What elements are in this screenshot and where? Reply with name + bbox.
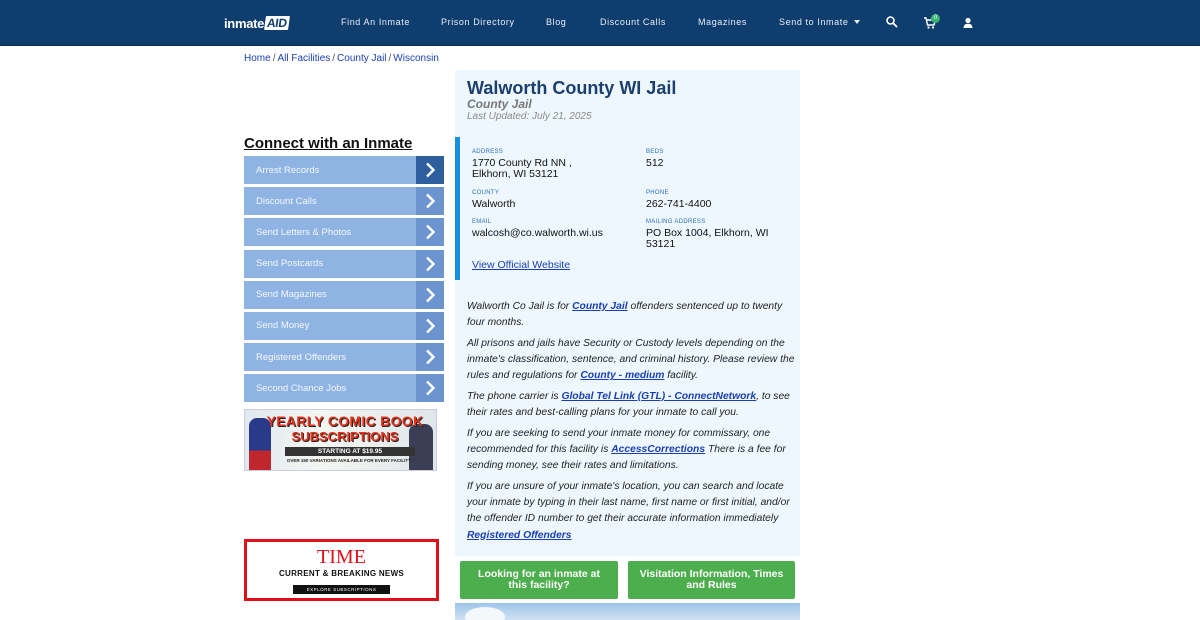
connect-title: Connect with an Inmate [244,135,413,152]
description-paragraph-1: Walworth Co Jail is for County Jail offe… [467,299,797,331]
breadcrumb-all-facilities[interactable]: All Facilities [277,53,330,64]
comic-subscription-ad[interactable]: YEARLY COMIC BOOK SUBSCRIPTIONS STARTING… [244,409,437,471]
sidebar-item-label: Second Chance Jobs [256,382,347,394]
county-value: Walworth [472,198,516,210]
breadcrumb-county-jail[interactable]: County Jail [337,53,386,64]
registered-offenders-link[interactable]: Registered Offenders [467,530,572,541]
sidebar-item-registered-offenders[interactable]: Registered Offenders [244,343,444,372]
time-tagline: CURRENT & BREAKING NEWS [278,569,405,578]
logo-accent: AID [264,16,290,30]
sidebar-item-label: Registered Offenders [256,351,347,363]
user-icon[interactable] [961,16,975,30]
nav-send-to-inmate-label: Send to Inmate [779,17,849,27]
find-inmate-button[interactable]: Looking for an inmate at this facility? [460,561,618,599]
description-paragraph-2: All prisons and jails have Security or C… [467,336,797,385]
nav-prison-directory[interactable]: Prison Directory [441,17,515,27]
page-title: Walworth County WI Jail [467,78,677,98]
sidebar-item-label: Send Money [256,320,310,332]
chevron-right-icon [416,280,444,309]
visitation-info-button[interactable]: Visitation Information, Times and Rules [628,561,795,599]
description-paragraph-4: If you are seeking to send your inmate m… [467,426,797,475]
site-logo[interactable]: inmate AID [224,14,290,32]
sidebar-item-send-postcards[interactable]: Send Postcards [244,249,444,278]
mailing-address-line-2: 53121 [646,238,676,250]
facility-type: County Jail [467,97,532,111]
access-corrections-link[interactable]: AccessCorrections [611,444,705,455]
chevron-right-icon [416,249,444,278]
breadcrumb: Home / All Facilities / County Jail / Wisconsi… [244,53,439,64]
breadcrumb-wisconsin[interactable]: Wisconsin [393,53,439,64]
chevron-right-icon [416,374,444,403]
sidebar-item-arrest-records[interactable]: Arrest Records [244,156,444,184]
sidebar-item-send-magazines[interactable]: Send Magazines [244,280,444,309]
explore-subscriptions-button[interactable]: EXPLORE SUBSCRIPTIONS [292,585,391,594]
time-magazine-ad[interactable]: TIME CURRENT & BREAKING NEWS EXPLORE SUB… [244,539,439,601]
sidebar-item-second-chance-jobs[interactable]: Second Chance Jobs [244,374,444,403]
top-navigation-bar: inmate AID Find An Inmate Prison Director… [0,0,1200,46]
email-value[interactable]: walcosh@co.walworth.wi.us [472,228,603,239]
sidebar-item-send-letters-photos[interactable]: Send Letters & Photos [244,218,444,247]
nav-discount-calls[interactable]: Discount Calls [600,17,666,27]
beds-value: 512 [646,157,664,169]
sidebar-item-label: Arrest Records [256,164,320,176]
phone-label: PHONE [646,190,669,196]
chevron-right-icon [416,187,444,216]
official-website-link[interactable]: View Official Website [472,259,570,271]
description-paragraph-5: If you are unsure of your inmate's locat… [467,479,797,544]
sidebar-item-label: Send Letters & Photos [256,226,352,238]
info-accent-bar [455,137,460,280]
description-paragraph-3: The phone carrier is Global Tel Link (GT… [467,389,797,421]
sidebar-item-send-money[interactable]: Send Money [244,311,444,340]
nav-magazines[interactable]: Magazines [698,17,747,27]
beds-label: BEDS [646,149,664,155]
county-label: COUNTY [472,190,500,196]
sidebar-item-label: Send Magazines [256,289,327,301]
search-icon[interactable] [885,15,899,29]
nav-find-an-inmate[interactable]: Find An Inmate [341,17,410,27]
nav-blog[interactable]: Blog [546,17,566,27]
paragraph-text: The phone carrier is [467,391,562,402]
last-updated: Last Updated: July 21, 2025 [467,111,592,122]
nav-send-to-inmate[interactable]: Send to Inmate [779,17,860,27]
chevron-right-icon [416,311,444,340]
caret-down-icon [853,20,860,24]
address-line-2: Elkhorn, WI 53121 [472,168,559,180]
phone-value[interactable]: 262-741-4400 [646,199,711,210]
sidebar-item-discount-calls[interactable]: Discount Calls [244,187,444,216]
ad-headline-2: SUBSCRIPTIONS [291,429,399,444]
chevron-right-icon [416,156,444,184]
paragraph-text: If you are unsure of your inmate's locat… [467,481,790,525]
breadcrumb-home[interactable]: Home [244,53,271,64]
sidebar-item-label: Discount Calls [256,195,317,207]
ad-price: STARTING AT $19.95 [285,447,415,456]
address-label: ADDRESS [472,149,504,155]
sidebar-item-label: Send Postcards [256,258,324,270]
paragraph-text: Walworth Co Jail is for [467,301,573,312]
ad-headline: YEARLY COMIC BOOK [266,413,424,429]
paragraph-text: facility. [664,370,699,382]
chevron-right-icon [416,218,444,247]
email-label: EMAIL [472,219,492,225]
logo-text: inmate [224,15,265,31]
facility-photo [455,603,800,620]
security-level-link[interactable]: County - medium [580,370,664,381]
mailing-address-label: MAILING ADDRESS [646,219,706,225]
sky-cloud [465,607,505,620]
sidebar-menu: Arrest Records Discount Calls Send Lette… [244,156,444,406]
cart-count-badge: 0 [931,14,940,23]
phone-carrier-link[interactable]: Global Tel Link (GTL) - ConnectNetwork [561,391,756,402]
ad-fineprint: OVER 150 VARIATIONS AVAILABLE FOR EVERY … [286,458,412,463]
chevron-right-icon [416,343,444,372]
county-jail-link[interactable]: County Jail [572,301,628,312]
time-logo: TIME [317,546,366,568]
